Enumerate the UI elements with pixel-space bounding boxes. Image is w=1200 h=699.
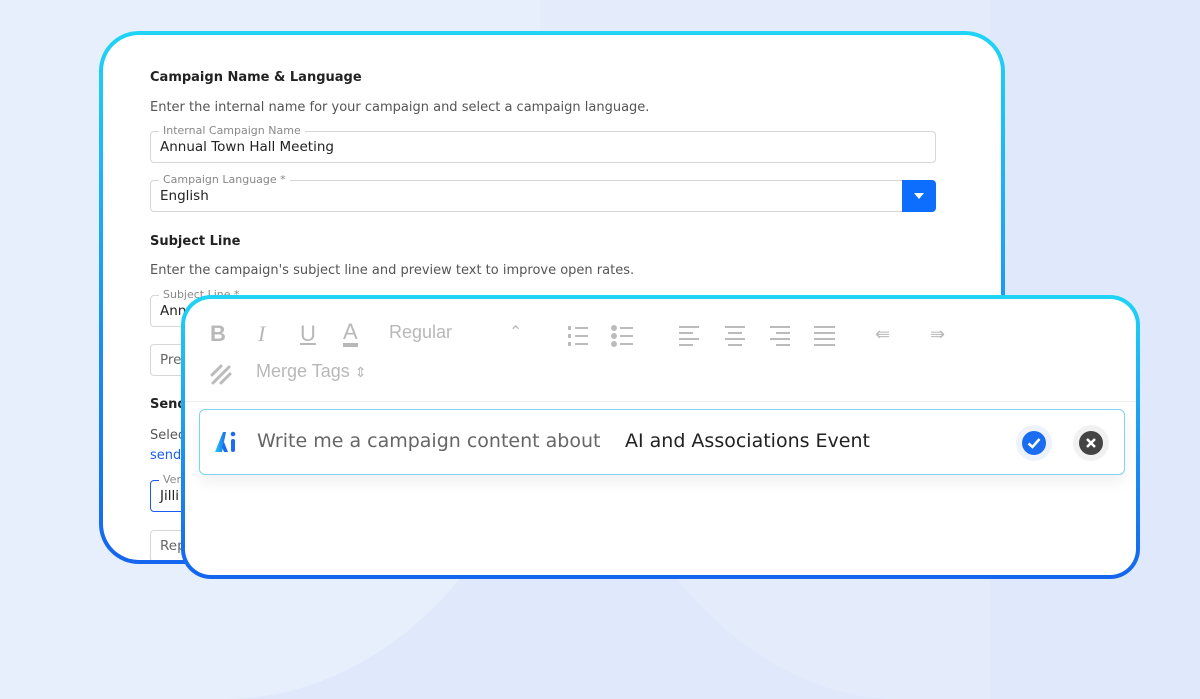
underline-button[interactable]: U [300,321,316,347]
divider [185,401,1136,402]
numbered-list-icon[interactable] [567,325,589,347]
bold-button[interactable]: B [210,321,226,347]
section-desc: Enter the internal name for your campaig… [150,100,650,115]
close-circle-icon [1079,431,1103,455]
content-editor-card: B I U A Regular ⌃ ⇚ ⇛ Merge Tags ⇕ Write… [181,295,1140,579]
align-right-icon[interactable] [770,326,792,346]
field-placeholder: Pre [160,352,182,368]
prompt-value: AI and Associations Event [625,430,870,452]
merge-tags-label: Merge Tags [256,361,350,381]
section-title: Subject Line [150,234,241,249]
font-style-select[interactable]: Regular [389,322,452,343]
align-center-icon[interactable] [725,326,747,346]
field-label: Internal Campaign Name [159,124,305,137]
cancel-button[interactable] [1073,425,1109,461]
align-left-icon[interactable] [679,326,701,346]
text-color-button[interactable]: A [343,321,358,347]
dropdown-button[interactable] [902,180,936,212]
field-value: Annual Town Hall Meeting [160,139,334,155]
prompt-prefix: Write me a campaign content about [257,430,601,452]
chevron-updown-icon[interactable]: ⌃ [509,322,522,342]
confirm-button[interactable] [1016,425,1052,461]
field-value: Jilli [160,488,179,504]
sender-link[interactable]: send [150,448,181,463]
indent-icon[interactable]: ⇛ [930,324,945,345]
check-circle-icon [1022,431,1046,455]
merge-tags-select[interactable]: Merge Tags ⇕ [256,361,366,382]
section-title: Campaign Name & Language [150,70,362,85]
field-label: Campaign Language * [159,173,290,186]
section-desc: Enter the campaign's subject line and pr… [150,263,635,278]
field-value: English [160,188,209,204]
outdent-icon[interactable]: ⇚ [875,324,890,345]
ai-logo-icon [215,431,236,452]
chevron-down-icon [914,193,924,199]
campaign-language-select[interactable]: Campaign Language * English [150,173,936,212]
merge-tag-icon [210,364,232,385]
italic-button[interactable]: I [258,321,265,347]
chevron-updown-icon: ⇕ [354,364,367,380]
section-desc: Selec [150,428,186,443]
ai-prompt-input[interactable]: Write me a campaign content about AI and… [199,409,1125,475]
campaign-name-input[interactable]: Internal Campaign Name Annual Town Hall … [150,124,936,163]
bullet-list-icon[interactable] [611,325,633,347]
align-justify-icon[interactable] [814,326,836,346]
